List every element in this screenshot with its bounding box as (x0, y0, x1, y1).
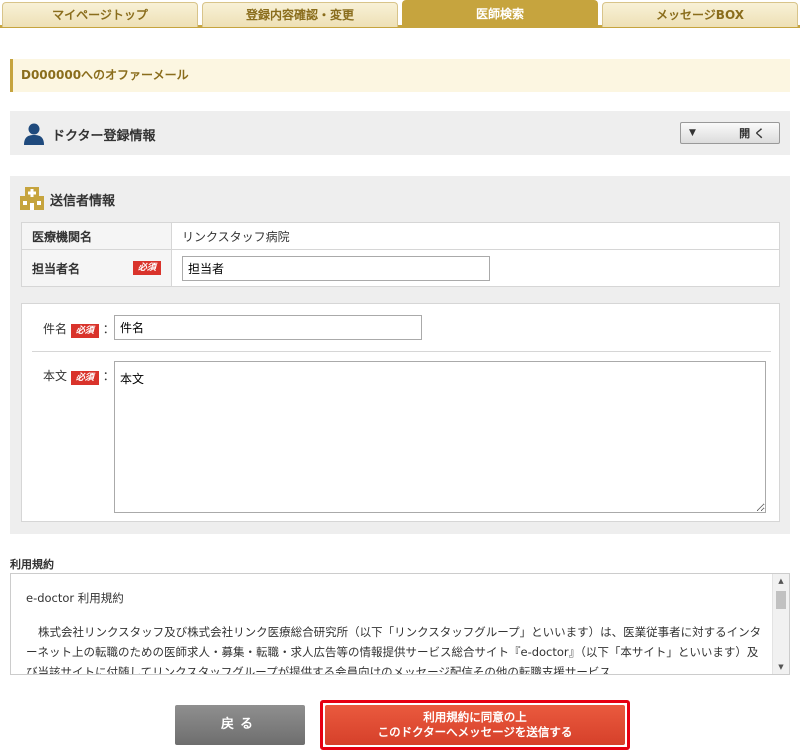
sender-info-table: 医療機関名 リンクスタッフ病院 担当者名 必須 (21, 222, 780, 287)
terms-scroll-box[interactable]: e-doctor 利用規約 株式会社リンクスタッフ及び株式会社リンク医療総合研究… (10, 573, 790, 675)
terms-scrollbar[interactable]: ▲ ▼ (772, 574, 789, 674)
contact-person-input[interactable] (182, 255, 490, 281)
terms-content: e-doctor 利用規約 株式会社リンクスタッフ及び株式会社リンク医療総合研究… (26, 588, 763, 675)
scroll-down-arrow-icon[interactable]: ▼ (773, 660, 789, 674)
hospital-name-value: リンクスタッフ病院 (171, 222, 780, 250)
contact-person-cell (171, 249, 780, 287)
divider (32, 351, 771, 352)
open-doctor-info-button[interactable]: ▼ 開 く (680, 122, 780, 144)
required-badge: 必須 (132, 260, 161, 275)
body-label-group: 本文 必須 ： (43, 367, 115, 385)
sender-info-panel: 送信者情報 医療機関名 リンクスタッフ病院 担当者名 必須 件名 必須 ： 本文… (10, 176, 790, 534)
subject-label: 件名 (43, 322, 68, 336)
open-button-label: 開 く (739, 127, 765, 140)
contact-person-label: 担当者名 (32, 261, 81, 276)
subject-label-group: 件名 必須 ： (43, 320, 115, 338)
send-button-line1: 利用規約に同意の上 (423, 710, 527, 724)
subject-colon: ： (102, 322, 115, 336)
required-badge: 必須 (70, 371, 99, 385)
scroll-up-arrow-icon[interactable]: ▲ (773, 574, 789, 588)
scroll-thumb[interactable] (776, 591, 786, 609)
person-icon (24, 123, 44, 145)
subject-input[interactable] (114, 315, 422, 340)
table-row: 医療機関名 リンクスタッフ病院 (21, 222, 780, 250)
tab-mypage-top[interactable]: マイページトップ (2, 2, 198, 27)
sender-info-title: 送信者情報 (50, 194, 116, 209)
body-textarea[interactable]: 本文 (114, 361, 766, 513)
table-row: 担当者名 必須 (21, 249, 780, 287)
doctor-info-title: ドクター登録情報 (52, 129, 156, 144)
triangle-down-icon: ▼ (689, 128, 696, 138)
back-button[interactable]: 戻る (175, 705, 305, 745)
tab-registration-edit[interactable]: 登録内容確認・変更 (202, 2, 398, 27)
hospital-name-label: 医療機関名 (21, 222, 172, 250)
terms-heading: e-doctor 利用規約 (26, 591, 124, 605)
offer-mail-title: D000000へのオファーメール (10, 59, 790, 92)
body-colon: ： (102, 369, 115, 383)
agree-and-send-button[interactable]: 利用規約に同意の上 このドクターへメッセージを送信する (325, 705, 625, 745)
body-label: 本文 (43, 369, 68, 383)
mail-compose-box: 件名 必須 ： 本文 必須 ： 本文 (21, 303, 780, 522)
tab-message-box[interactable]: メッセージBOX (602, 2, 798, 27)
hospital-icon (20, 187, 44, 210)
required-badge: 必須 (70, 324, 99, 338)
main-nav-tabs: マイページトップ 登録内容確認・変更 医師検索 メッセージBOX (0, 0, 800, 28)
contact-person-label-cell: 担当者名 必須 (21, 249, 172, 287)
terms-body: 株式会社リンクスタッフ及び株式会社リンク医療総合研究所（以下「リンクスタッフグル… (26, 625, 762, 675)
doctor-info-header: ドクター登録情報 ▼ 開 く (10, 111, 790, 155)
tab-doctor-search[interactable]: 医師検索 (402, 0, 598, 27)
terms-label: 利用規約 (10, 558, 54, 571)
send-button-line2: このドクターへメッセージを送信する (377, 725, 573, 739)
